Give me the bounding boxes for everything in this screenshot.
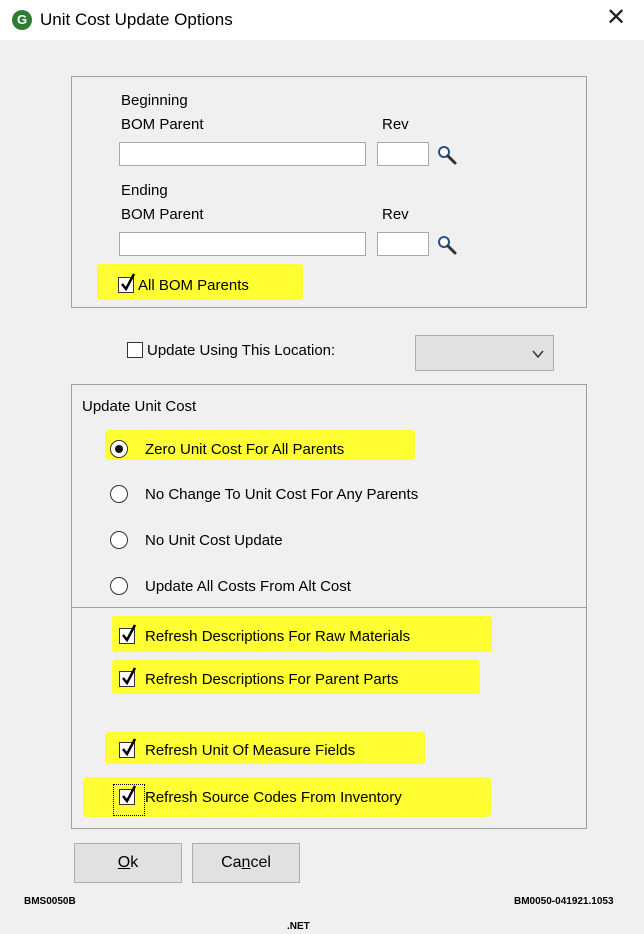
checkbox-box xyxy=(119,667,136,687)
ok-button[interactable]: Ok xyxy=(74,843,182,883)
radio-no-change-unit-cost[interactable]: No Change To Unit Cost For Any Parents xyxy=(110,485,510,505)
ok-label-rest: k xyxy=(130,854,139,871)
beginning-bom-parent-label: BOM Parent xyxy=(121,116,204,133)
ending-rev-input[interactable] xyxy=(377,232,429,256)
radio-button xyxy=(110,577,128,595)
beginning-lookup-search-icon[interactable] xyxy=(436,144,458,166)
refresh-unit-of-measure-checkbox[interactable]: Refresh Unit Of Measure Fields xyxy=(119,738,449,761)
refresh-raw-materials-checkbox[interactable]: Refresh Descriptions For Raw Materials xyxy=(119,624,499,647)
ending-label: Ending xyxy=(121,182,168,199)
refresh-unit-of-measure-label: Refresh Unit Of Measure Fields xyxy=(145,742,356,759)
radio-zero-unit-cost-label: Zero Unit Cost For All Parents xyxy=(145,441,345,458)
checkbox-box xyxy=(119,738,136,758)
ending-bom-parent-input[interactable] xyxy=(119,232,366,256)
beginning-rev-label: Rev xyxy=(382,116,409,133)
refresh-raw-materials-label: Refresh Descriptions For Raw Materials xyxy=(145,628,411,645)
framework-label: .NET xyxy=(287,921,310,932)
beginning-bom-parent-input[interactable] xyxy=(119,142,366,166)
beginning-label: Beginning xyxy=(121,92,188,109)
all-bom-parents-checkbox[interactable]: All BOM Parents xyxy=(118,273,308,295)
radio-no-unit-cost-update-label: No Unit Cost Update xyxy=(145,532,283,549)
checkbox-box xyxy=(119,785,136,805)
checkmark-icon xyxy=(122,624,136,643)
checkbox-box xyxy=(127,342,143,358)
cancel-button[interactable]: Cancel xyxy=(192,843,300,883)
cancel-label-start: Ca xyxy=(221,854,242,871)
location-select[interactable] xyxy=(415,335,554,371)
all-bom-parents-label: All BOM Parents xyxy=(138,277,249,294)
update-unit-cost-group-label: Update Unit Cost xyxy=(82,398,197,415)
ok-mnemonic: O xyxy=(117,854,131,871)
update-location-label: Update Using This Location: xyxy=(147,342,336,359)
form-code-left: BMS0050B xyxy=(24,896,76,907)
radio-no-change-unit-cost-label: No Change To Unit Cost For Any Parents xyxy=(145,486,419,503)
radio-button xyxy=(110,531,128,549)
checkbox-box xyxy=(118,273,135,293)
checkmark-icon xyxy=(122,785,136,804)
ending-lookup-search-icon[interactable] xyxy=(436,234,458,256)
checkmark-icon xyxy=(121,273,135,292)
close-icon[interactable]: ✕ xyxy=(606,6,626,30)
checkbox-box xyxy=(119,624,136,644)
checkmark-icon xyxy=(122,667,136,686)
radio-button xyxy=(110,485,128,503)
cancel-label-rest: cel xyxy=(250,854,271,871)
chevron-down-icon xyxy=(532,350,544,359)
radio-no-unit-cost-update[interactable]: No Unit Cost Update xyxy=(110,531,410,551)
refresh-parent-parts-label: Refresh Descriptions For Parent Parts xyxy=(145,671,399,688)
title-bar: G Unit Cost Update Options ✕ xyxy=(0,0,644,40)
radio-dot xyxy=(115,445,123,453)
radio-update-from-alt-cost[interactable]: Update All Costs From Alt Cost xyxy=(110,577,430,597)
refresh-parent-parts-checkbox[interactable]: Refresh Descriptions For Parent Parts xyxy=(119,667,489,690)
update-location-checkbox[interactable]: Update Using This Location: xyxy=(127,341,397,361)
ending-bom-parent-label: BOM Parent xyxy=(121,206,204,223)
ending-rev-label: Rev xyxy=(382,206,409,223)
form-code-right: BM0050-041921.1053 xyxy=(514,896,614,907)
app-logo-letter: G xyxy=(16,12,28,27)
refresh-source-codes-checkbox[interactable]: Refresh Source Codes From Inventory xyxy=(119,785,499,808)
beginning-rev-input[interactable] xyxy=(377,142,429,166)
window-title: Unit Cost Update Options xyxy=(40,10,233,29)
refresh-source-codes-label: Refresh Source Codes From Inventory xyxy=(145,789,402,806)
radio-update-from-alt-cost-label: Update All Costs From Alt Cost xyxy=(145,578,351,595)
radio-zero-unit-cost[interactable]: Zero Unit Cost For All Parents xyxy=(110,440,430,460)
app-logo-icon: G xyxy=(12,10,32,30)
checkmark-icon xyxy=(122,738,136,757)
radio-button xyxy=(110,440,128,458)
